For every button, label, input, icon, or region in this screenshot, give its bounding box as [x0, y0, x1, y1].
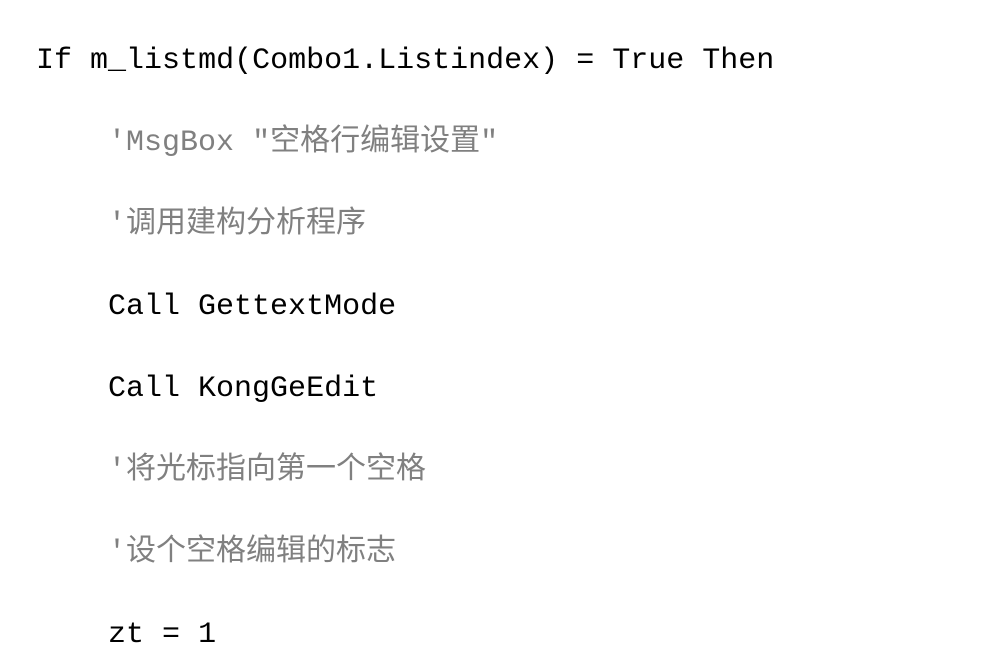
comment-tick: '	[108, 536, 126, 570]
keyword-if: If	[36, 44, 72, 78]
code-line-1: If m_listmd(Combo1.Listindex) = True The…	[0, 41, 1000, 82]
eq: =	[144, 618, 198, 652]
code-line-2: 'MsgBox "空格行编辑设置"	[0, 123, 1000, 164]
code-line-3: '调用建构分析程序	[0, 205, 1000, 246]
eq: =	[558, 44, 612, 78]
rparen: )	[540, 44, 558, 78]
ident-combo1: Combo1	[252, 44, 360, 78]
ident-zt: zt	[108, 618, 144, 652]
indent	[0, 536, 108, 570]
comment-tick: '	[108, 454, 126, 488]
comment-text: 设个空格编辑的标志	[126, 536, 396, 570]
keyword-true: True	[612, 44, 684, 78]
indent	[0, 208, 108, 242]
indent	[0, 290, 108, 324]
ident-konggeedit: KongGeEdit	[198, 372, 378, 406]
code-line-8: zt = 1	[0, 615, 1000, 656]
ident-gettextmode: GettextMode	[198, 290, 396, 324]
comment-text: 将光标指向第一个空格	[126, 454, 426, 488]
indent	[0, 126, 108, 160]
indent	[0, 454, 108, 488]
keyword-call: Call	[108, 372, 198, 406]
code-line-7: '设个空格编辑的标志	[0, 533, 1000, 574]
comment-tick: '	[108, 208, 126, 242]
ident-listindex: Listindex	[378, 44, 540, 78]
comment-msgbox: MsgBox	[126, 126, 252, 160]
indent	[0, 618, 108, 652]
code-block: If m_listmd(Combo1.Listindex) = True The…	[0, 0, 1000, 658]
code-line-5: Call KongGeEdit	[0, 369, 1000, 410]
indent	[0, 372, 108, 406]
comment-tick: '	[108, 126, 126, 160]
comment-text: 调用建构分析程序	[126, 208, 366, 242]
lparen: (	[234, 44, 252, 78]
dot: .	[360, 44, 378, 78]
indent	[0, 44, 36, 78]
keyword-then: Then	[684, 44, 774, 78]
func-mlistmd: m_listmd	[90, 44, 234, 78]
code-line-6: '将光标指向第一个空格	[0, 451, 1000, 492]
num-1: 1	[198, 618, 216, 652]
keyword-call: Call	[108, 290, 198, 324]
comment-string: "空格行编辑设置"	[252, 126, 498, 160]
code-line-4: Call GettextMode	[0, 287, 1000, 328]
